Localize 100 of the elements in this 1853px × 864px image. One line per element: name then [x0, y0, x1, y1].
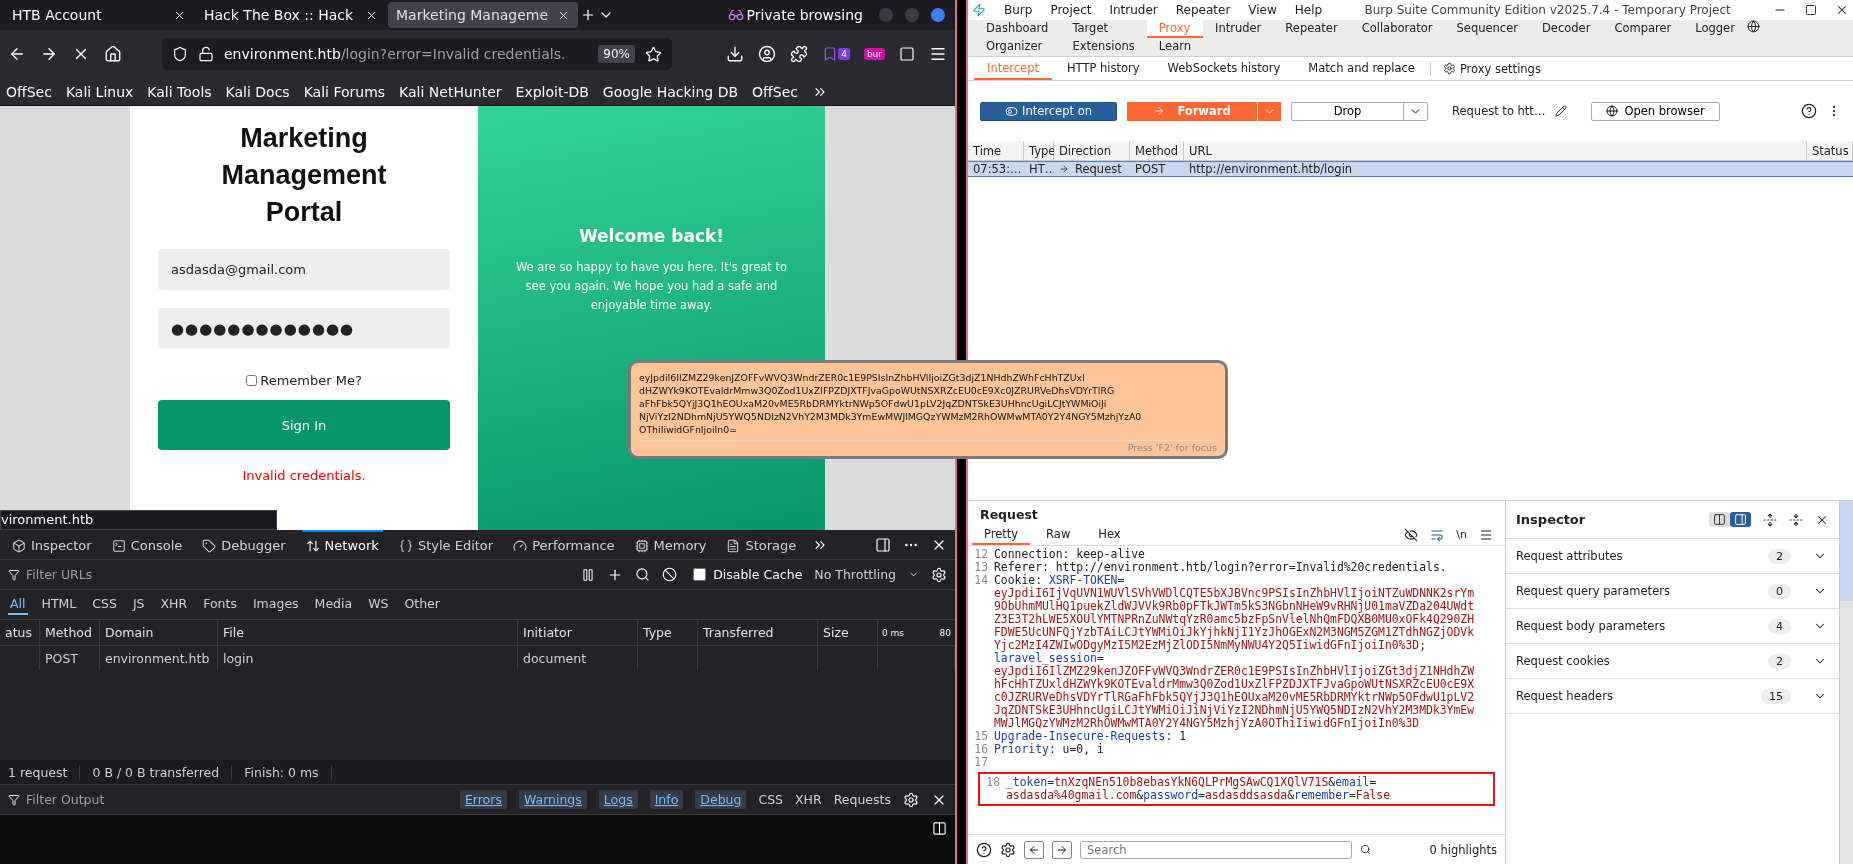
console-filter-toggle[interactable]: XHR	[795, 792, 822, 807]
inspector-section[interactable]: Request query parameters 0	[1506, 574, 1839, 609]
menu-item[interactable]: Burp	[1004, 3, 1033, 17]
sub-tab[interactable]: Match and replace	[1295, 57, 1428, 80]
main-tab[interactable]: Collaborator	[1349, 20, 1445, 38]
bookmark[interactable]: Kali Tools	[147, 83, 212, 100]
password-field[interactable]: ●●●●●●●●●●●●●	[158, 308, 450, 349]
menu-item[interactable]: View	[1248, 3, 1277, 17]
filter-output-field[interactable]: Filter Output	[24, 791, 448, 808]
inspector-section[interactable]: Request cookies 2	[1506, 644, 1839, 679]
back-icon[interactable]	[8, 45, 26, 63]
bookmark[interactable]: Kali Docs	[225, 83, 290, 100]
open-browser-button[interactable]: Open browser	[1591, 101, 1720, 121]
tray-icon[interactable]	[726, 45, 745, 63]
column-header[interactable]: File	[218, 620, 518, 646]
bookmark[interactable]: Exploit-DB	[515, 83, 589, 100]
bookmark[interactable]: Google Hacking DB	[602, 83, 739, 100]
column-header[interactable]: URL	[1184, 141, 1807, 161]
bookmark[interactable]: Kali Forums	[303, 83, 386, 100]
view-tab[interactable]: Pretty	[972, 524, 1031, 545]
layout-option[interactable]	[1730, 512, 1751, 527]
remember-checkbox[interactable]	[246, 375, 258, 386]
log-level-toggle[interactable]: Logs	[598, 790, 638, 809]
forward-icon[interactable]	[40, 45, 58, 63]
devtools-tab[interactable]: Performance	[509, 530, 619, 559]
bookmark[interactable]: OffSec	[752, 83, 798, 100]
previous-button[interactable]	[1024, 840, 1044, 859]
address-bar[interactable]: environment.htb/login?error=Invalid credentials. 90%	[162, 38, 672, 70]
layout-option[interactable]	[1709, 512, 1730, 527]
devtools-tab[interactable]: Storage	[722, 530, 801, 559]
devtools-tab[interactable]: Style Editor	[394, 530, 498, 559]
wrap-text-icon[interactable]	[1430, 527, 1445, 542]
main-tab[interactable]: Intruder	[1203, 20, 1274, 38]
globe-icon[interactable]	[1746, 20, 1760, 33]
browser-tab[interactable]: Hack The Box :: Hack	[196, 2, 386, 28]
disable-cache-checkbox[interactable]	[693, 568, 707, 581]
log-level-toggle[interactable]: Debug	[695, 790, 747, 809]
newline-toggle[interactable]: \n	[1456, 528, 1467, 541]
main-tab[interactable]: Comparer	[1602, 20, 1684, 38]
menu-item[interactable]: Help	[1294, 3, 1323, 17]
column-header[interactable]: Method	[1130, 141, 1184, 161]
column-header[interactable]: Domain	[100, 620, 218, 646]
column-header[interactable]: Method	[40, 620, 100, 646]
collapse-icon[interactable]	[1789, 512, 1803, 527]
clear-icon[interactable]	[662, 567, 678, 582]
column-header[interactable]: Transferred	[698, 620, 818, 646]
forward-menu-button[interactable]	[1257, 101, 1281, 121]
type-filter-tab[interactable]: Other	[402, 594, 442, 615]
devtools-tab[interactable]: Console	[107, 530, 187, 559]
type-filter-tab[interactable]: Images	[250, 594, 301, 615]
devtools-tab[interactable]: Debugger	[198, 530, 290, 559]
pencil-icon[interactable]	[1555, 105, 1568, 117]
type-filter-tab[interactable]: Fonts	[201, 594, 239, 615]
next-button[interactable]	[1052, 840, 1072, 859]
column-header[interactable]: atus	[0, 620, 40, 646]
log-level-toggle[interactable]: Info	[649, 790, 684, 809]
expand-icon[interactable]	[1763, 512, 1777, 527]
main-tab[interactable]: Organizer	[974, 38, 1061, 56]
proxy-settings-link[interactable]: Proxy settings	[1429, 61, 1541, 76]
column-header[interactable]: Direction	[1054, 141, 1130, 161]
eye-off-icon[interactable]	[1404, 527, 1419, 542]
extension-icon[interactable]	[899, 46, 915, 62]
pause-icon[interactable]	[581, 567, 596, 582]
main-tab[interactable]: Learn	[1146, 38, 1203, 56]
main-tab[interactable]: Sequencer	[1444, 20, 1530, 38]
close-icon[interactable]	[1835, 3, 1849, 17]
maximize-icon[interactable]	[1805, 4, 1817, 16]
help-icon[interactable]	[976, 841, 992, 858]
console-filter-toggle[interactable]: CSS	[758, 792, 784, 807]
dock-icon[interactable]	[875, 536, 891, 553]
type-filter-tab[interactable]: JS	[130, 594, 147, 615]
devtools-tab[interactable]: Inspector	[8, 530, 96, 559]
throttling-select[interactable]: No Throttling	[814, 567, 896, 582]
column-header[interactable]: Time	[968, 141, 1024, 161]
log-level-toggle[interactable]: Warnings	[518, 790, 587, 809]
main-tab[interactable]: Extensions	[1060, 38, 1147, 56]
search-icon[interactable]	[635, 567, 651, 582]
type-filter-tab[interactable]: XHR	[158, 594, 190, 615]
search-field[interactable]: Search	[1080, 840, 1352, 859]
filter-urls-field[interactable]: Filter URLs	[24, 566, 570, 583]
type-filter-tab[interactable]: Media	[312, 594, 355, 615]
new-tab-icon[interactable]	[580, 7, 596, 23]
type-filter-tab[interactable]: All	[8, 594, 28, 615]
sub-tab[interactable]: HTTP history	[1053, 57, 1153, 80]
browser-tab[interactable]: HTB Account	[4, 2, 194, 28]
column-header[interactable]: Size	[818, 620, 878, 646]
view-tab[interactable]: Raw	[1034, 524, 1083, 545]
main-tab[interactable]: Dashboard	[974, 20, 1061, 38]
log-level-toggle[interactable]: Errors	[459, 790, 507, 809]
browser-tab[interactable]: Marketing Manageme	[388, 2, 578, 28]
sidebar-icon[interactable]	[932, 821, 947, 836]
main-tab[interactable]: Repeater	[1273, 20, 1350, 38]
close-window-icon[interactable]	[931, 8, 945, 22]
menu-icon[interactable]	[929, 45, 947, 63]
column-header[interactable]: Initiator	[518, 620, 638, 646]
inspector-section[interactable]: Request headers 15	[1506, 679, 1839, 714]
type-filter-tab[interactable]: WS	[366, 594, 391, 615]
main-tab[interactable]: Target	[1060, 20, 1147, 38]
menu-item[interactable]: Intruder	[1109, 3, 1158, 17]
bookmark[interactable]: Kali NetHunter	[399, 83, 502, 100]
